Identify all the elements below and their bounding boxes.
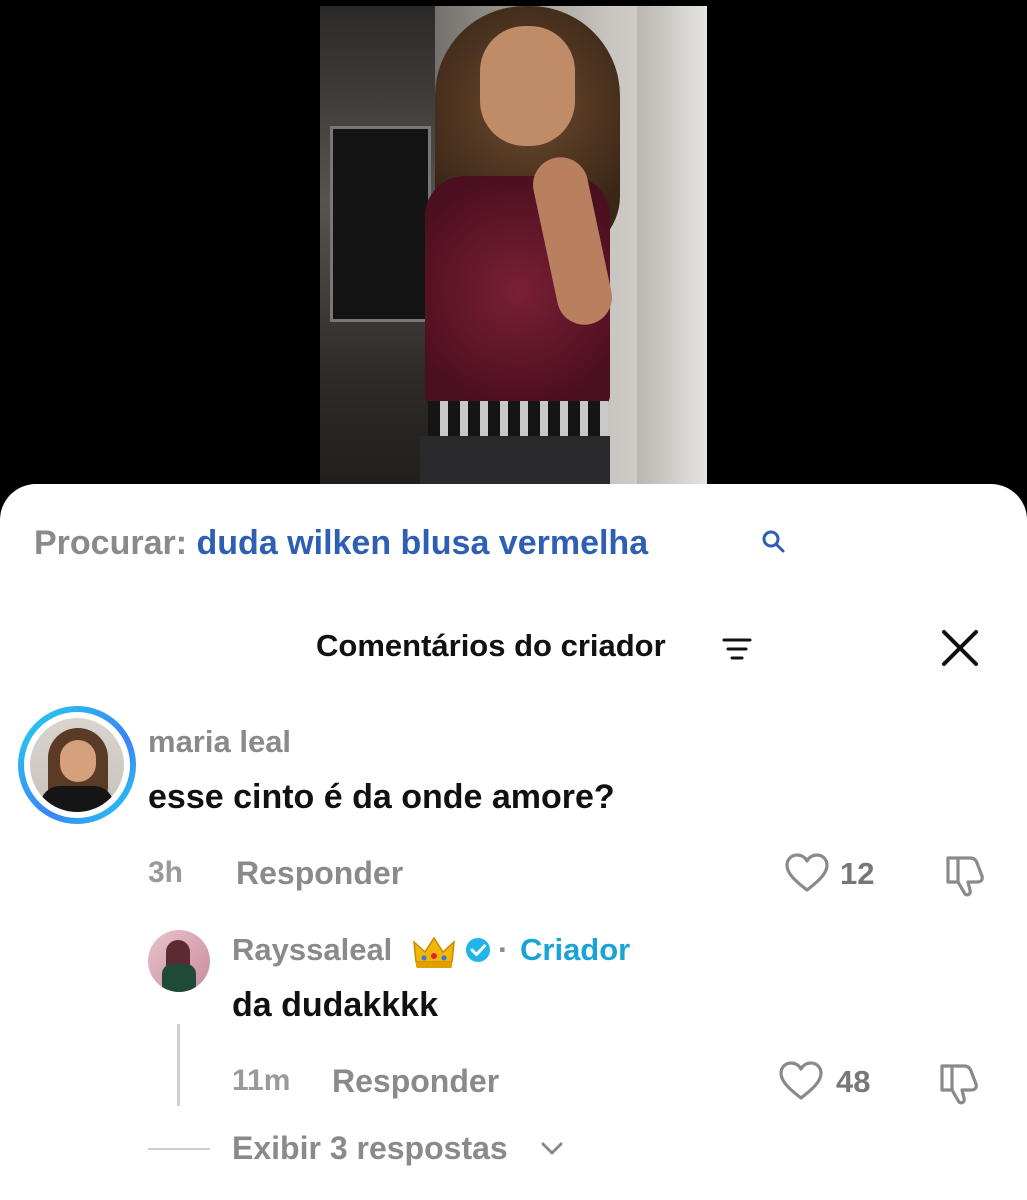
search-suggestion[interactable]: Procurar: duda wilken blusa vermelha (34, 524, 648, 563)
dislike-icon[interactable] (934, 1060, 982, 1106)
reply-button[interactable]: Responder (332, 1063, 499, 1100)
person-belt (428, 401, 608, 439)
view-replies-button[interactable]: Exibir 3 respostas (232, 1130, 508, 1167)
comment-username[interactable]: maria leal (148, 724, 291, 760)
thread-line (177, 1024, 180, 1106)
person-face (480, 26, 575, 146)
comment-username[interactable]: Rayssaleal (232, 932, 392, 968)
video-frame[interactable] (320, 6, 707, 496)
avatar[interactable] (148, 930, 210, 992)
search-prefix: Procurar: (34, 524, 188, 562)
heart-icon[interactable] (778, 1060, 824, 1102)
search-icon[interactable] (760, 528, 786, 554)
close-icon[interactable] (940, 628, 980, 668)
video-player[interactable] (0, 0, 1027, 500)
comment-timestamp: 3h (148, 856, 184, 889)
chevron-down-icon[interactable] (540, 1140, 564, 1158)
comments-title: Comentários do criador (316, 628, 666, 663)
replies-divider (148, 1148, 210, 1150)
creator-badge: Criador (520, 932, 631, 967)
comments-sheet (0, 484, 1027, 1200)
comment-timestamp: 11m (232, 1064, 291, 1097)
fridge-background (637, 6, 707, 496)
separator-dot: · (498, 932, 509, 967)
comment-text: da dudakkkk (232, 986, 438, 1024)
reply-button[interactable]: Responder (236, 855, 403, 892)
verified-icon (466, 938, 490, 962)
comment-text: esse cinto é da onde amore? (148, 778, 615, 816)
filter-icon[interactable] (722, 636, 752, 662)
like-count: 48 (836, 1064, 871, 1099)
heart-icon[interactable] (784, 852, 830, 894)
like-count: 12 (840, 856, 875, 891)
dislike-icon[interactable] (940, 852, 988, 898)
oven-background (320, 6, 435, 496)
avatar[interactable] (18, 706, 136, 824)
crown-icon (413, 936, 455, 968)
search-query[interactable]: duda wilken blusa vermelha (197, 524, 649, 562)
